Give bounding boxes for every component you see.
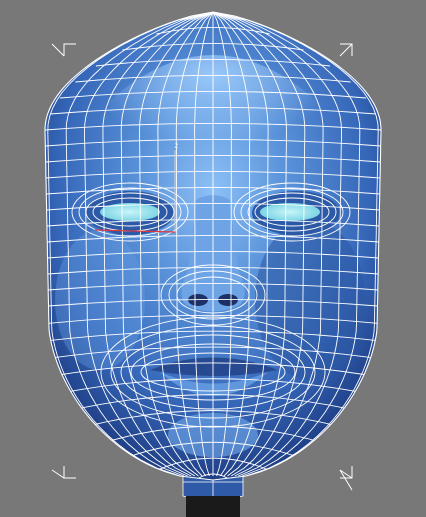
bbox-edge (339, 43, 353, 57)
bbox-edge (339, 469, 353, 479)
bbox-edge (51, 43, 65, 57)
right-nostril (218, 294, 238, 306)
bbox-corner (63, 43, 76, 56)
perspective-viewport[interactable]: z (0, 0, 426, 517)
z-axis-label: z (174, 141, 179, 150)
bbox-edge (339, 469, 353, 491)
bbox-edge (51, 469, 65, 479)
viewport-canvas[interactable]: z (0, 0, 426, 517)
left-nostril (188, 294, 208, 306)
bbox-corner (63, 466, 76, 479)
